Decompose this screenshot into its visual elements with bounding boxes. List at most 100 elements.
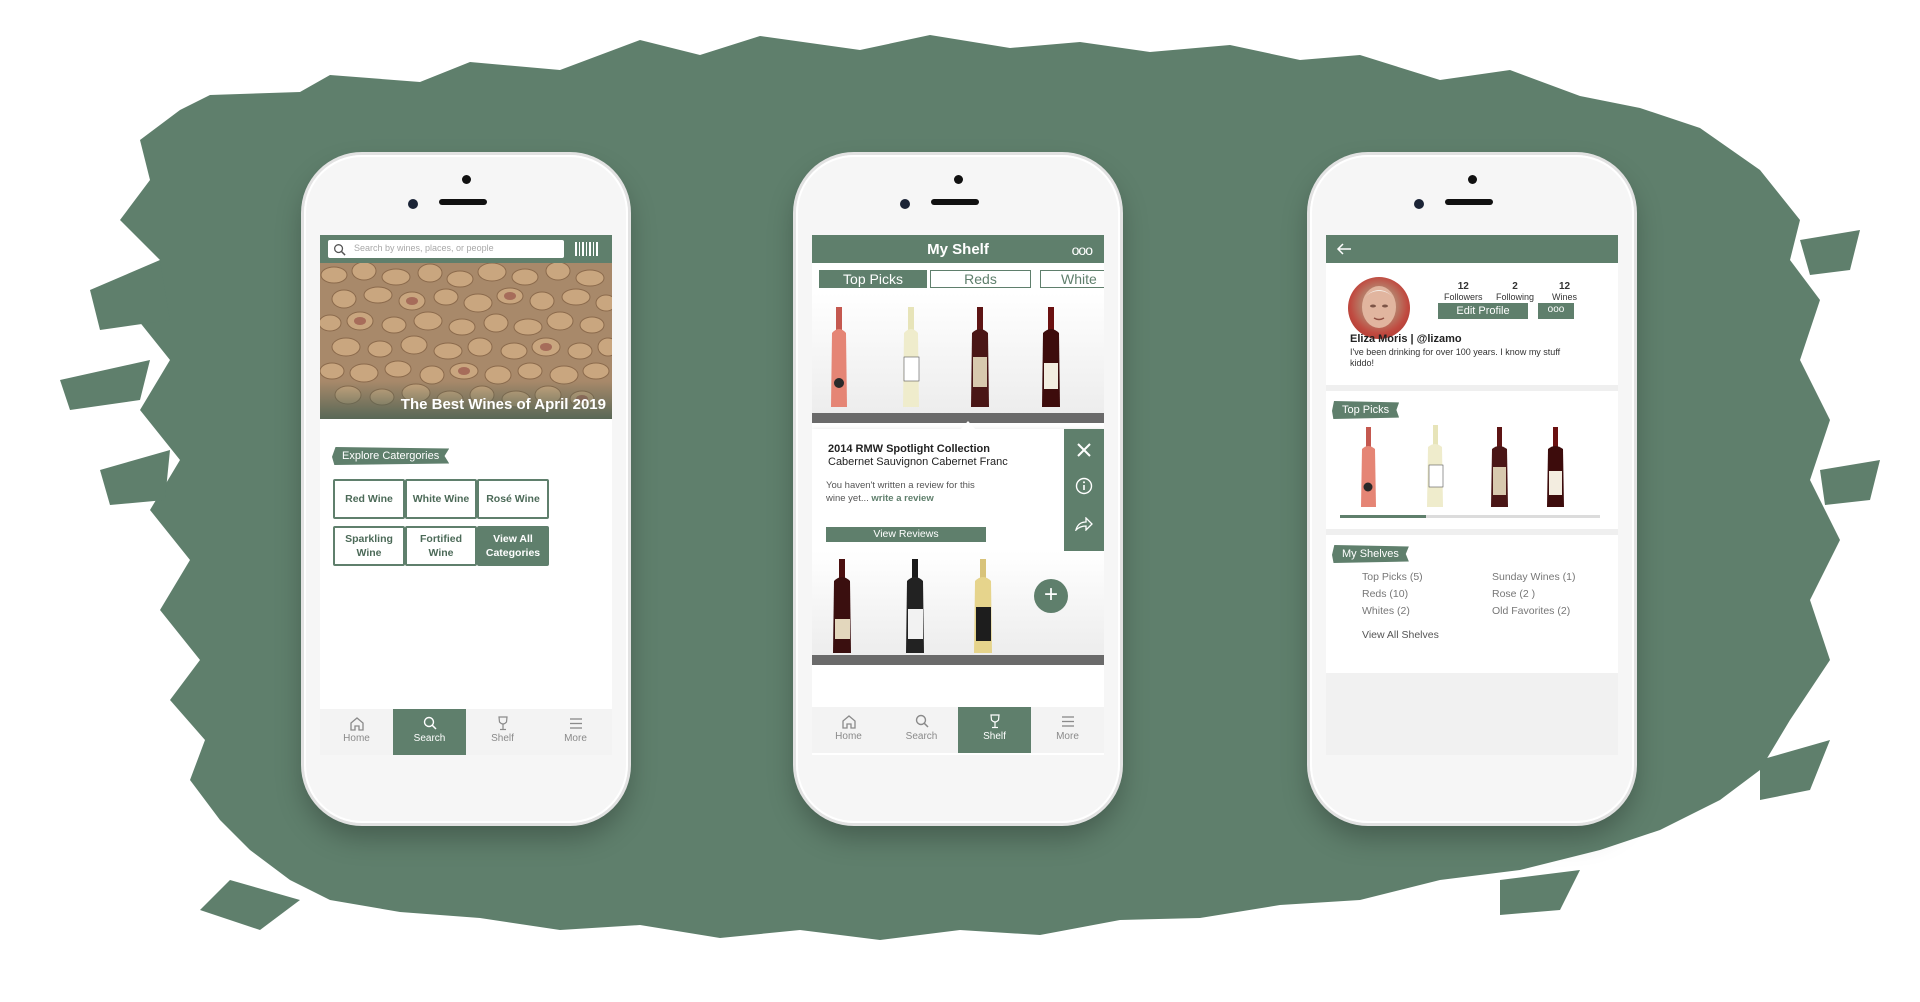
explore-categories-label: Explore Catergories xyxy=(332,447,450,465)
shelf-screen: My Shelf ooo Top Picks Reds White 2014 R… xyxy=(812,235,1104,755)
speaker xyxy=(1445,199,1493,205)
page-title: My Shelf xyxy=(927,241,989,258)
shelf-link-rose[interactable]: Rose (2 ) xyxy=(1492,588,1535,600)
category-label-2: Wine xyxy=(356,547,382,559)
more-options-button[interactable]: ooo xyxy=(1072,242,1093,258)
front-camera xyxy=(408,199,418,209)
tab-more[interactable]: More xyxy=(539,709,612,755)
tab-label: Shelf xyxy=(491,733,514,744)
home-icon xyxy=(349,717,364,731)
wine-bottle-velvet-devil xyxy=(906,559,924,653)
front-camera xyxy=(900,199,910,209)
tab-search[interactable]: Search xyxy=(885,707,958,753)
shelf-link-whites[interactable]: Whites (2) xyxy=(1362,605,1410,617)
menu-icon xyxy=(1061,716,1074,727)
tab-label: Search xyxy=(413,733,446,744)
review-prompt: You haven't written a review for this wi… xyxy=(826,479,986,505)
write-review-link[interactable]: write a review xyxy=(871,493,933,504)
barcode-scan-icon[interactable] xyxy=(574,241,600,257)
front-sensor xyxy=(954,175,963,184)
wine-subtitle: Cabernet Sauvignon Cabernet Franc xyxy=(828,456,1008,468)
add-wine-button[interactable]: + xyxy=(1034,579,1068,613)
top-picks-bottles[interactable] xyxy=(1326,425,1618,511)
tab-shelf[interactable]: Shelf xyxy=(466,709,539,755)
search-icon xyxy=(334,244,346,256)
speaker xyxy=(439,199,487,205)
stat-value: 2 xyxy=(1512,281,1518,292)
tab-shelf[interactable]: Shelf xyxy=(958,707,1031,753)
tab-search[interactable]: Search xyxy=(393,709,466,755)
front-sensor xyxy=(462,175,471,184)
category-red-wine-button[interactable]: Red Wine xyxy=(333,479,405,519)
category-label: Fortified xyxy=(420,533,462,545)
back-arrow-icon[interactable] xyxy=(1336,242,1352,256)
shelf-link-old-favorites[interactable]: Old Favorites (2) xyxy=(1492,605,1570,617)
tab-label: More xyxy=(564,733,587,744)
phone-profile: 12 Followers 2 Following 12 Wines Edit Prof… xyxy=(1310,155,1634,823)
filter-top-picks[interactable]: Top Picks xyxy=(819,270,927,288)
wine-bottle-red-2 xyxy=(1547,427,1564,507)
close-icon[interactable] xyxy=(1077,443,1091,457)
tab-home[interactable]: Home xyxy=(812,707,885,753)
category-label: Sparkling xyxy=(345,533,393,545)
top-picks-label: Top Picks xyxy=(1332,401,1400,419)
category-sparkling-wine-button[interactable]: Sparkling Wine xyxy=(333,526,405,566)
tab-more[interactable]: More xyxy=(1031,707,1104,753)
wine-bottle-white xyxy=(903,307,920,407)
stat-label: Following xyxy=(1496,292,1535,302)
stat-value: 12 xyxy=(1558,281,1571,292)
category-fortified-wine-button[interactable]: Fortified Wine xyxy=(405,526,477,566)
stat-value: 12 xyxy=(1457,281,1469,292)
category-label: View All xyxy=(493,533,533,545)
shelf-link-sunday-wines[interactable]: Sunday Wines (1) xyxy=(1492,571,1575,583)
tab-label: Shelf xyxy=(983,731,1006,742)
profile-header xyxy=(1326,235,1618,263)
filter-whites[interactable]: White xyxy=(1040,270,1104,288)
followers-stat[interactable]: 12 Followers xyxy=(1444,281,1483,302)
info-icon[interactable] xyxy=(1075,477,1093,495)
shelf-plank xyxy=(812,413,1104,423)
wine-detail-popup: 2014 RMW Spotlight Collection Cabernet S… xyxy=(812,429,1104,551)
edit-profile-button[interactable]: Edit Profile xyxy=(1438,303,1528,319)
popup-pointer xyxy=(960,421,976,430)
profile-screen: 12 Followers 2 Following 12 Wines Edit Prof… xyxy=(1326,235,1618,755)
view-all-shelves-link[interactable]: View All Shelves xyxy=(1362,629,1439,641)
scrollbar-thumb[interactable] xyxy=(1340,515,1426,518)
top-picks-section: Top Picks xyxy=(1326,391,1618,529)
filter-reds[interactable]: Reds xyxy=(930,270,1031,288)
my-shelves-label: My Shelves xyxy=(1332,545,1409,563)
category-white-wine-button[interactable]: White Wine xyxy=(405,479,477,519)
top-picks-scrollbar[interactable] xyxy=(1340,515,1600,518)
shelf-plank xyxy=(812,655,1104,665)
category-rose-wine-button[interactable]: Rosé Wine xyxy=(477,479,549,519)
front-sensor xyxy=(1468,175,1477,184)
wine-bottle-red-2 xyxy=(1042,307,1060,407)
avatar[interactable] xyxy=(1348,277,1410,339)
shelf-link-top-picks[interactable]: Top Picks (5) xyxy=(1362,571,1423,583)
shelf-link-reds[interactable]: Reds (10) xyxy=(1362,588,1408,600)
search-header: Search by wines, places, or people xyxy=(320,235,612,263)
profile-more-button[interactable]: ooo xyxy=(1538,303,1574,319)
view-reviews-button[interactable]: View Reviews xyxy=(826,527,986,542)
wine-title: 2014 RMW Spotlight Collection xyxy=(828,443,990,455)
view-all-categories-button[interactable]: View All Categories xyxy=(477,526,549,566)
speaker xyxy=(931,199,979,205)
wines-stat[interactable]: 12 Wines xyxy=(1552,281,1577,302)
shelf-row-1-bottles xyxy=(831,307,1060,407)
tab-home[interactable]: Home xyxy=(320,709,393,755)
tab-label: Home xyxy=(343,733,370,744)
my-shelves-section: My Shelves Top Picks (5) Reds (10) White… xyxy=(1326,535,1618,673)
featured-banner[interactable]: The Best Wines of April 2019 xyxy=(320,263,612,419)
wine-bottle-rose xyxy=(831,307,847,407)
category-label: White Wine xyxy=(412,493,470,505)
share-icon[interactable] xyxy=(1075,517,1093,531)
following-stat[interactable]: 2 Following xyxy=(1496,281,1534,302)
bottom-tab-bar: Home Search Shelf More xyxy=(812,707,1104,753)
bottom-tab-bar: Home Search Shelf More xyxy=(320,709,612,755)
category-label: Red Wine xyxy=(345,493,393,505)
tab-label: More xyxy=(1056,731,1079,742)
category-label-2: Wine xyxy=(428,547,454,559)
wine-bottle-red-1 xyxy=(971,307,989,407)
search-input[interactable]: Search by wines, places, or people xyxy=(328,240,564,258)
search-icon xyxy=(915,714,929,728)
